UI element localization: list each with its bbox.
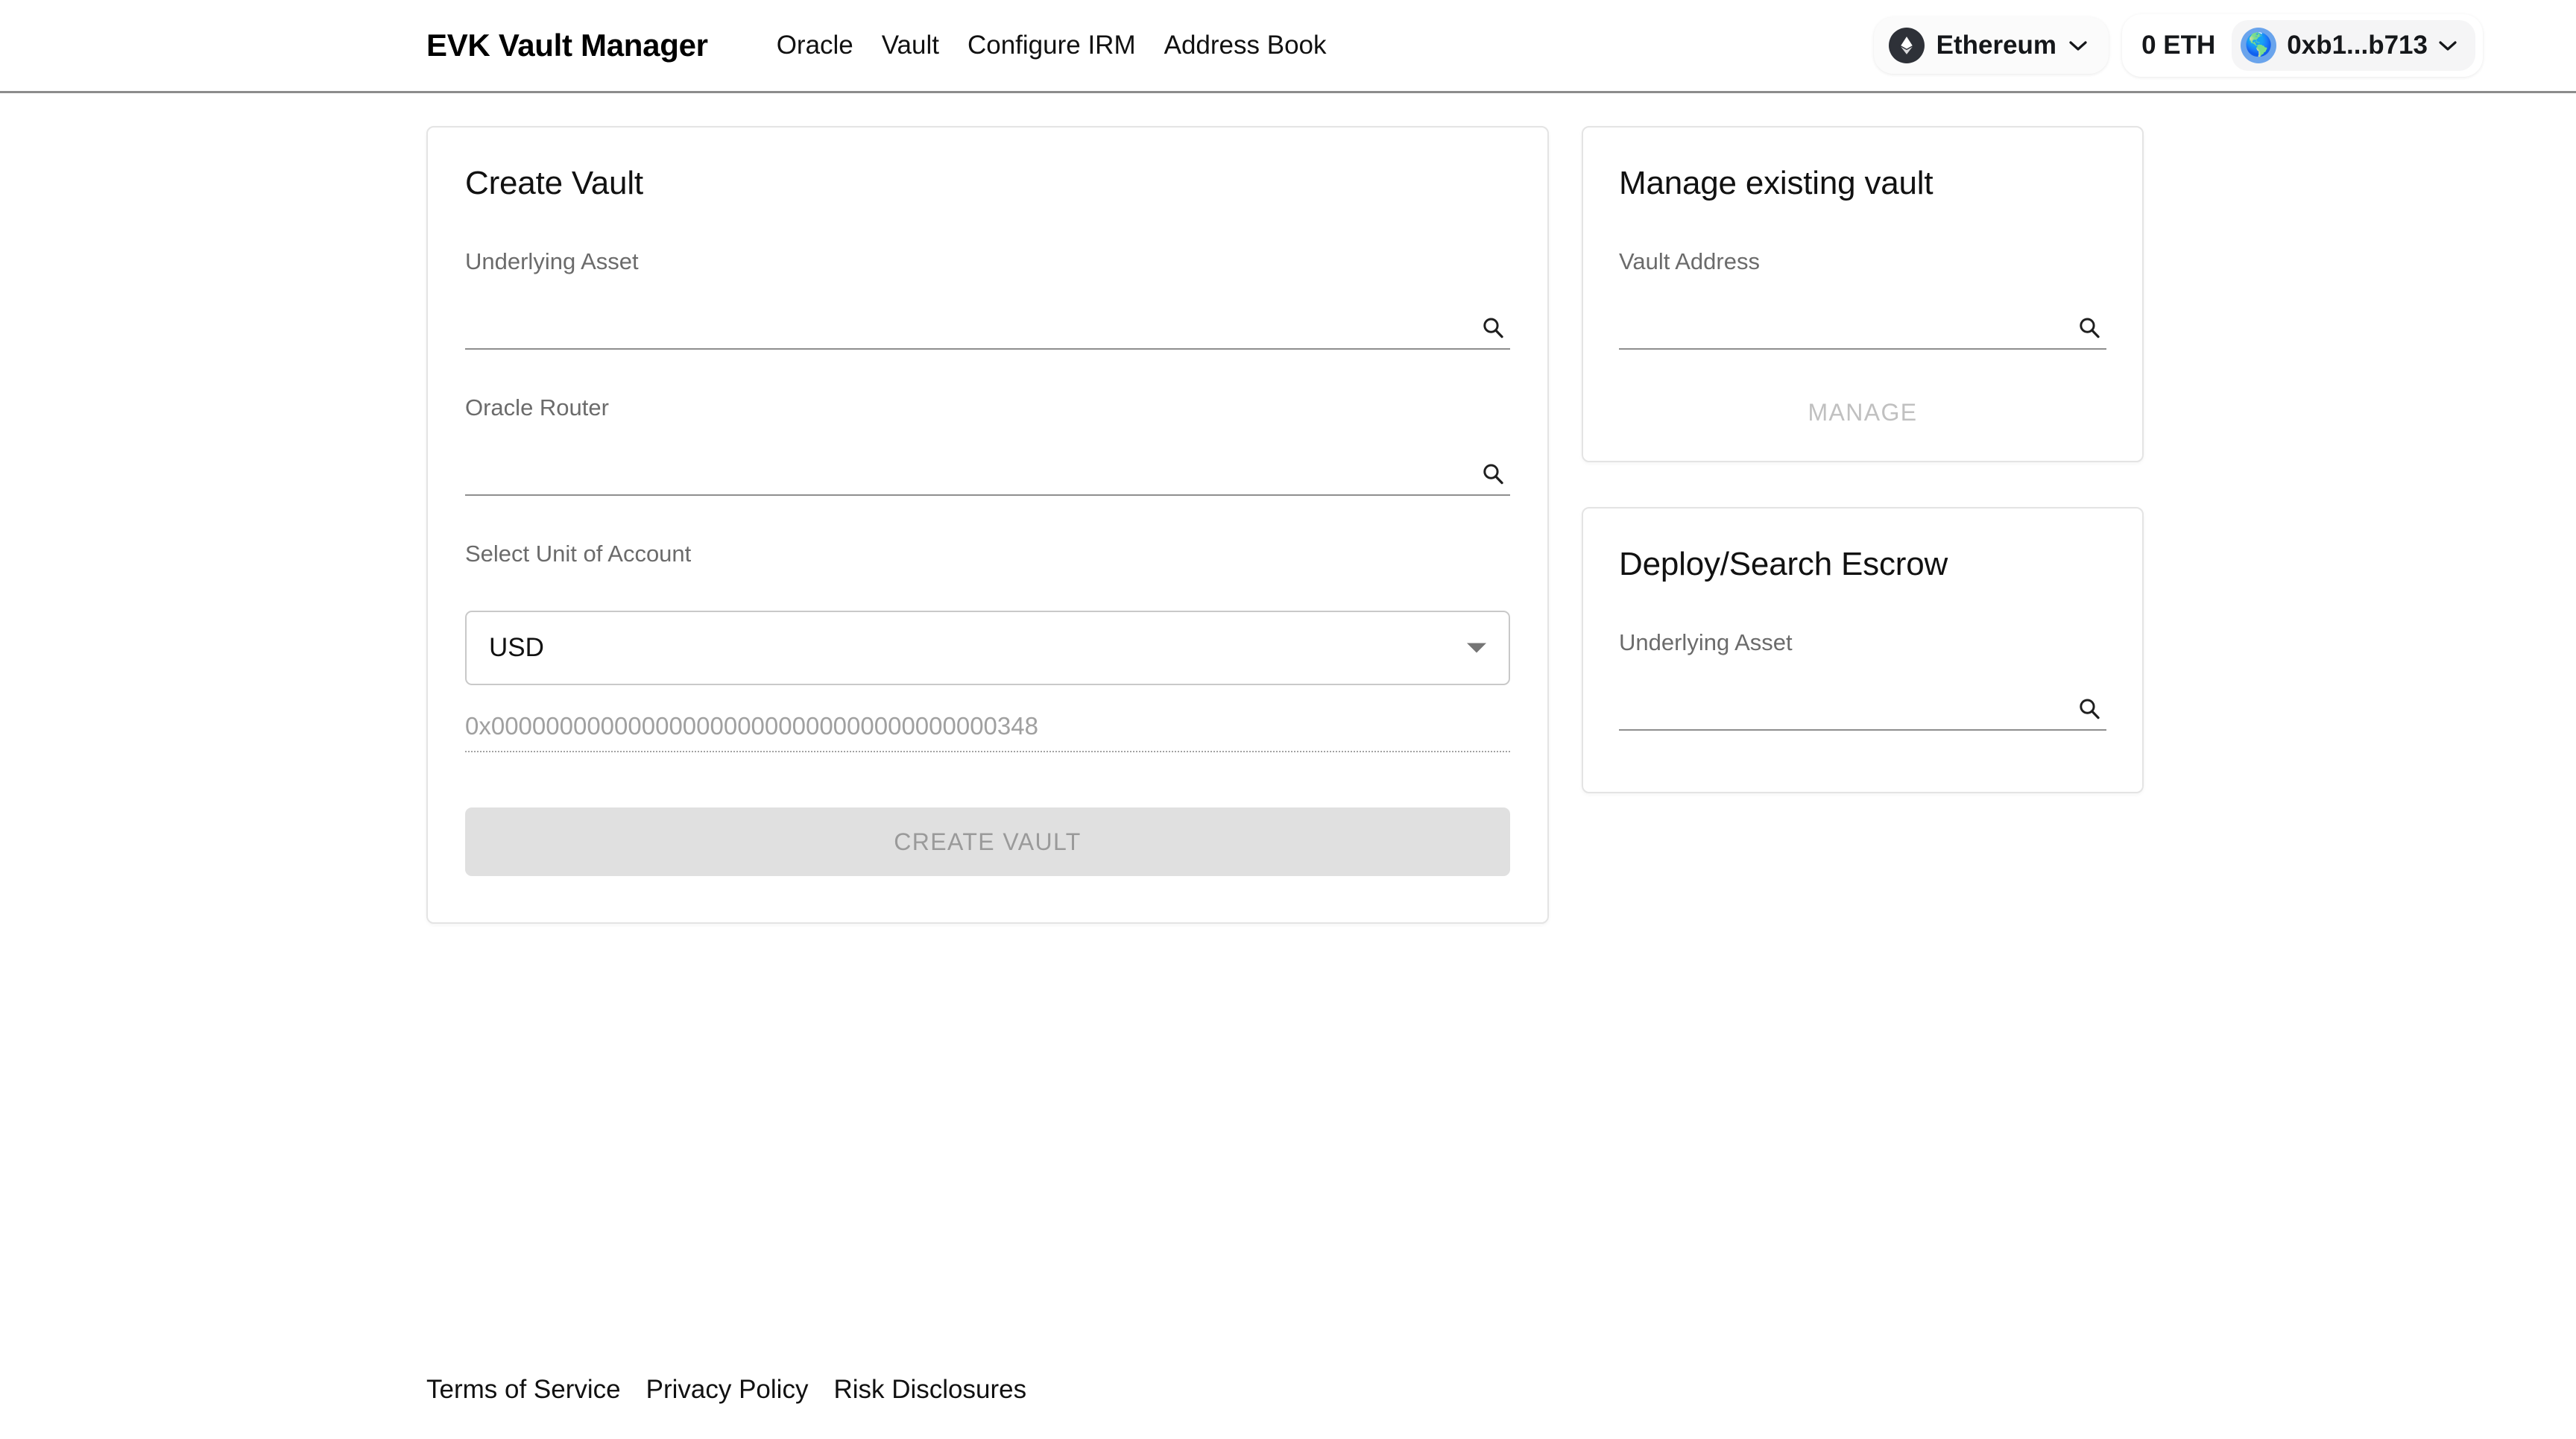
- avatar: 🌎: [2241, 28, 2277, 63]
- chain-name-label: Ethereum: [1936, 31, 2057, 60]
- escrow-underlying-asset-input[interactable]: [1619, 699, 2106, 731]
- right-column: Manage existing vault Vault Address MANA…: [1582, 126, 2144, 793]
- chevron-down-icon: [2068, 40, 2088, 51]
- left-column: Create Vault Underlying Asset Oracle Rou…: [426, 126, 1549, 924]
- footer-link-terms[interactable]: Terms of Service: [426, 1375, 621, 1405]
- manage-vault-card: Manage existing vault Vault Address MANA…: [1582, 126, 2144, 462]
- unit-of-account-select[interactable]: USD: [465, 611, 1510, 685]
- page-body: Create Vault Underlying Asset Oracle Rou…: [0, 93, 2576, 1439]
- ethereum-logo-icon: [1888, 28, 1925, 63]
- wallet-balance-label: 0 ETH: [2141, 31, 2216, 60]
- escrow-title: Deploy/Search Escrow: [1619, 546, 1948, 582]
- underlying-asset-label: Underlying Asset: [465, 248, 639, 274]
- nav-item-configure-irm[interactable]: Configure IRM: [967, 31, 1136, 60]
- footer-link-risk[interactable]: Risk Disclosures: [833, 1375, 1026, 1405]
- escrow-card: Deploy/Search Escrow Underlying Asset: [1582, 507, 2144, 793]
- app-title: EVK Vault Manager: [426, 28, 708, 63]
- escrow-underlying-asset-label: Underlying Asset: [1619, 629, 1793, 655]
- manage-vault-title: Manage existing vault: [1619, 165, 1933, 201]
- oracle-router-input[interactable]: [465, 464, 1510, 496]
- create-vault-title: Create Vault: [465, 165, 643, 201]
- vault-address-label: Vault Address: [1619, 248, 1760, 274]
- unit-of-account-value: USD: [489, 633, 544, 662]
- manage-button[interactable]: MANAGE: [1619, 399, 2106, 426]
- search-icon[interactable]: [2074, 693, 2105, 725]
- app-header: EVK Vault Manager Oracle Vault Configure…: [0, 0, 2576, 93]
- wallet-button[interactable]: 0 ETH 🌎 0xb1...b713: [2122, 14, 2483, 77]
- wallet-address-label: 0xb1...b713: [2287, 31, 2428, 60]
- create-vault-card: Create Vault Underlying Asset Oracle Rou…: [426, 126, 1549, 924]
- vault-address-input[interactable]: [1619, 318, 2106, 350]
- chevron-down-icon: [1467, 643, 1486, 653]
- header-actions: Ethereum 0 ETH 🌎 0xb1...b713: [1873, 14, 2483, 77]
- oracle-router-label: Oracle Router: [465, 394, 609, 421]
- unit-of-account-label: Select Unit of Account: [465, 541, 692, 567]
- wallet-address-group[interactable]: 🌎 0xb1...b713: [2232, 20, 2475, 71]
- nav-item-oracle[interactable]: Oracle: [777, 31, 853, 60]
- nav-item-vault[interactable]: Vault: [882, 31, 939, 60]
- underlying-asset-input[interactable]: [465, 318, 1510, 350]
- search-icon[interactable]: [1477, 312, 1509, 344]
- main-nav: Oracle Vault Configure IRM Address Book: [777, 31, 1327, 60]
- search-icon[interactable]: [1477, 459, 1509, 490]
- nav-item-address-book[interactable]: Address Book: [1164, 31, 1327, 60]
- unit-address-field: 0x00000000000000000000000000000000000003…: [465, 712, 1510, 752]
- search-icon[interactable]: [2074, 312, 2105, 344]
- chain-selector-button[interactable]: Ethereum: [1873, 17, 2109, 74]
- chevron-down-icon: [2438, 40, 2457, 51]
- footer-link-privacy[interactable]: Privacy Policy: [646, 1375, 809, 1405]
- footer: Terms of Service Privacy Policy Risk Dis…: [0, 1375, 2576, 1439]
- unit-address-value: 0x00000000000000000000000000000000000003…: [465, 712, 1038, 740]
- create-vault-button[interactable]: CREATE VAULT: [465, 807, 1510, 876]
- content-columns: Create Vault Underlying Asset Oracle Rou…: [0, 126, 2576, 924]
